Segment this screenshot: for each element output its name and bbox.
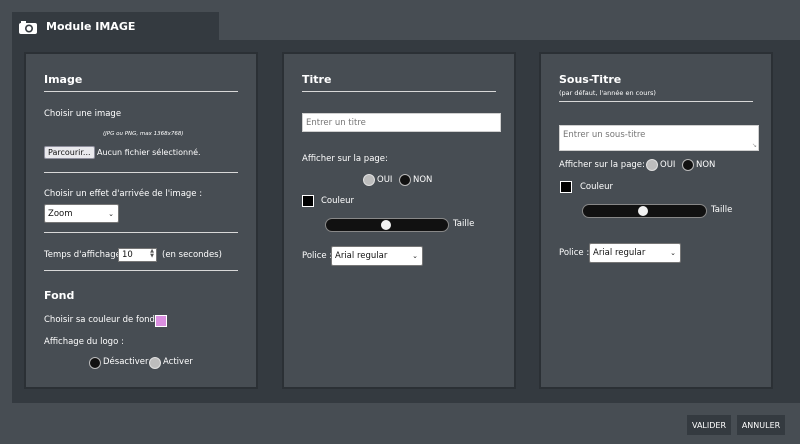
stepper-arrows-icon: ▲ ▼	[150, 248, 154, 259]
bg-color-swatch[interactable]	[155, 315, 167, 327]
title-size-slider[interactable]	[325, 218, 449, 232]
logo-off-radio[interactable]	[89, 357, 101, 369]
bg-color-label: Choisir sa couleur de fond	[44, 315, 155, 325]
duration-stepper[interactable]: 10 ▲ ▼	[118, 248, 157, 262]
subtitle-font-select[interactable]: Arial regular ⌄	[589, 243, 681, 263]
title-color-label: Couleur	[321, 196, 354, 206]
chevron-down-icon: ⌄	[670, 249, 676, 257]
subtitle-show-label: Afficher sur la page:	[559, 160, 645, 170]
subtitle-textarea[interactable]: Entrer un sous-titre ↘	[559, 125, 759, 151]
effect-select[interactable]: Zoom ⌄	[44, 204, 119, 223]
background-heading: Fond	[44, 289, 75, 302]
divider	[44, 232, 238, 233]
subtitle-placeholder: Entrer un sous-titre	[563, 130, 646, 140]
subtitle-show-yes-radio[interactable]	[646, 159, 658, 171]
divider	[302, 91, 496, 92]
title-yes-label: OUI	[377, 175, 393, 185]
subtitle-no-label: NON	[696, 160, 716, 170]
subtitle-font-label: Police :	[559, 248, 590, 258]
subtitle-panel	[539, 52, 773, 389]
slider-handle[interactable]	[638, 206, 649, 216]
subtitle-font-value: Arial regular	[593, 248, 646, 258]
logo-on-label: Activer	[163, 357, 193, 367]
cancel-button[interactable]: ANNULER	[737, 415, 785, 435]
title-size-label: Taille	[453, 219, 475, 229]
no-file-text: Aucun fichier sélectionné.	[97, 148, 201, 157]
logo-on-radio[interactable]	[149, 357, 161, 369]
divider	[44, 172, 238, 173]
subtitle-color-checkbox[interactable]	[560, 181, 572, 193]
subtitle-color-label: Couleur	[580, 182, 613, 192]
divider	[44, 91, 238, 92]
title-color-checkbox[interactable]	[302, 195, 314, 207]
resize-handle-icon[interactable]: ↘	[752, 143, 757, 149]
title-heading: Titre	[302, 73, 332, 86]
choose-image-label: Choisir une image	[44, 109, 122, 119]
slider-handle[interactable]	[380, 220, 391, 230]
subtitle-show-no-radio[interactable]	[682, 159, 694, 171]
format-hint: (JPG ou PNG, max 1368x768)	[103, 131, 184, 137]
title-font-label: Police :	[302, 251, 333, 261]
effect-select-value: Zoom	[48, 208, 73, 219]
title-no-label: NON	[413, 175, 433, 185]
divider	[44, 270, 238, 271]
title-font-select[interactable]: Arial regular ⌄	[331, 246, 423, 266]
chevron-down-icon: ⌄	[108, 209, 114, 218]
image-heading: Image	[44, 73, 83, 86]
module-title: Module IMAGE	[46, 20, 136, 33]
title-show-label: Afficher sur la page:	[302, 154, 388, 164]
validate-button[interactable]: VALIDER	[687, 415, 731, 435]
chevron-down-icon: ⌄	[412, 252, 418, 260]
duration-value: 10	[122, 250, 133, 260]
subtitle-subheading: (par défaut, l'année en cours)	[559, 89, 656, 97]
module-tab: Module IMAGE	[12, 12, 219, 41]
subtitle-size-label: Taille	[711, 205, 733, 215]
logo-off-label: Désactiver	[103, 357, 149, 367]
browse-button[interactable]: Parcourir...	[44, 146, 95, 159]
subtitle-heading: Sous-Titre	[559, 73, 622, 86]
camera-icon	[19, 20, 37, 34]
duration-unit: (en secondes)	[162, 250, 222, 260]
duration-label: Temps d'affichage	[44, 250, 121, 260]
divider	[559, 101, 753, 102]
title-font-value: Arial regular	[335, 251, 388, 261]
title-input[interactable]: Entrer un titre	[302, 113, 501, 132]
effect-label: Choisir un effet d'arrivée de l'image :	[44, 189, 203, 199]
subtitle-yes-label: OUI	[660, 160, 676, 170]
title-show-yes-radio[interactable]	[363, 174, 375, 186]
logo-label: Affichage du logo :	[44, 337, 124, 347]
title-show-no-radio[interactable]	[399, 174, 411, 186]
subtitle-size-slider[interactable]	[582, 204, 707, 218]
